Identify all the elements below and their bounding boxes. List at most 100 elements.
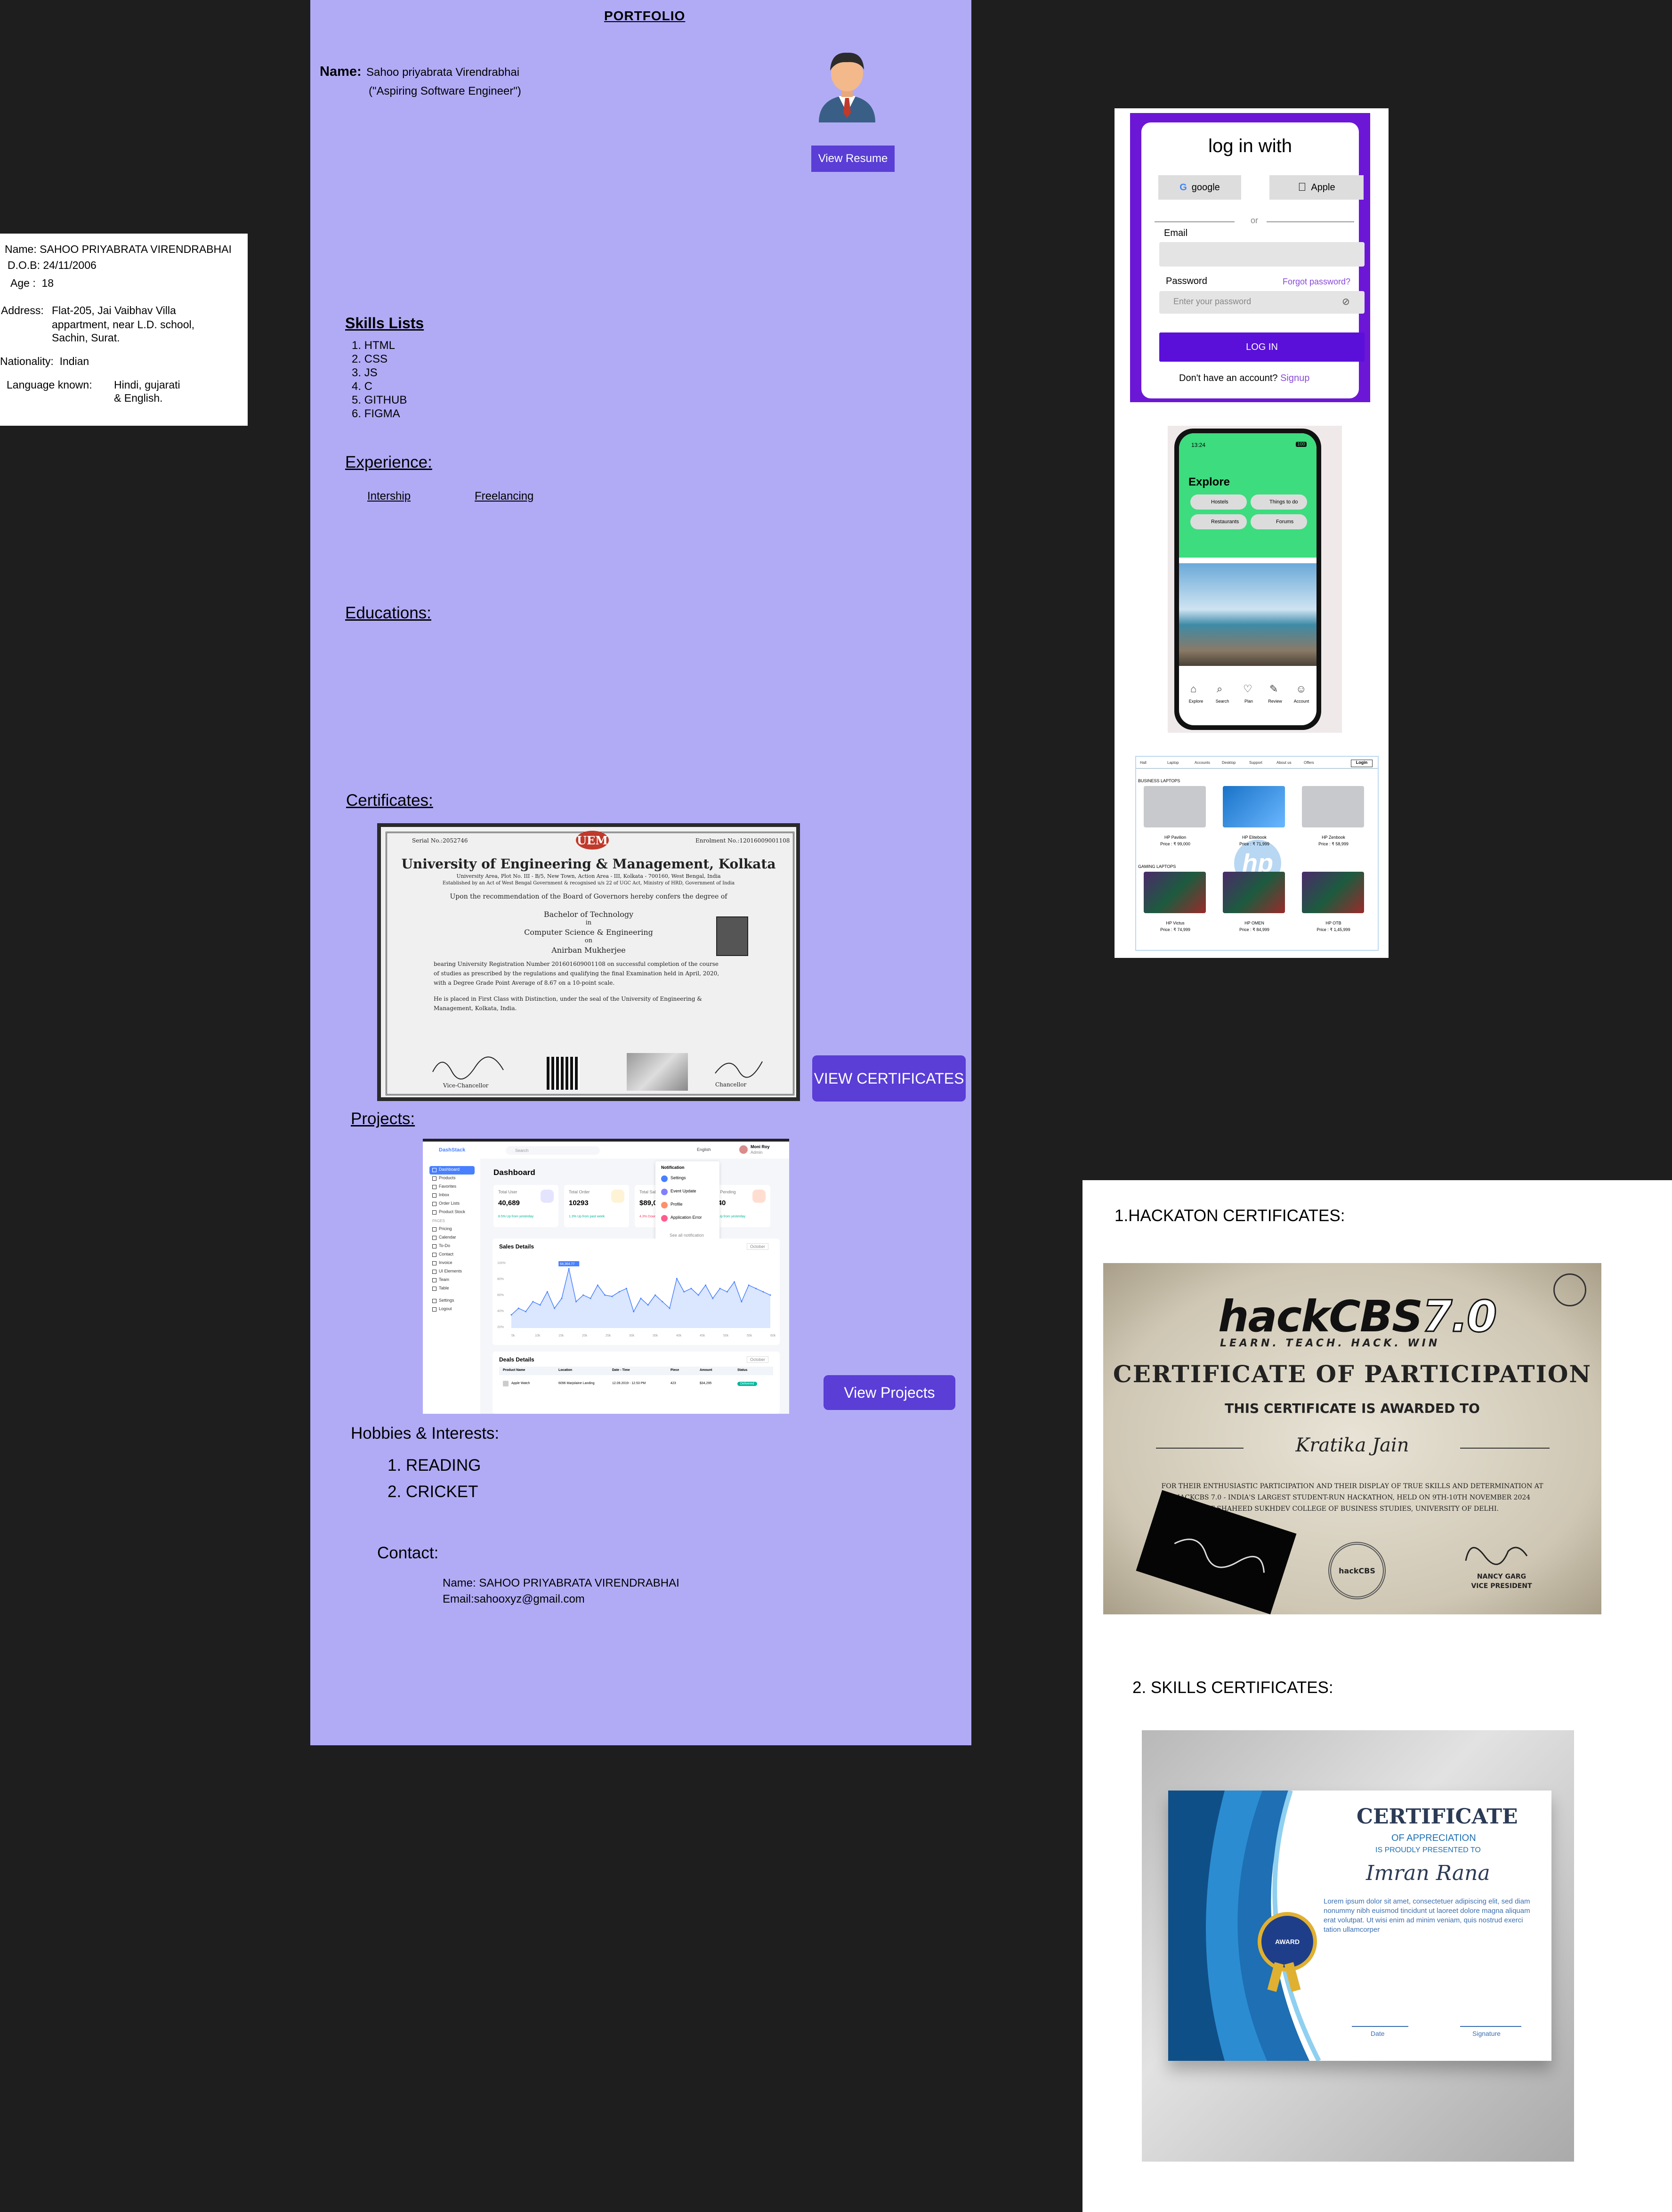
experience-freelancing-link[interactable]: Freelancing [475,490,533,503]
sidebar-item[interactable]: Products [439,1175,456,1180]
notification-item[interactable]: Settings [670,1175,686,1180]
laptop-image[interactable] [1302,872,1364,913]
sales-filter-select[interactable]: October [747,1243,769,1250]
avatar [814,42,880,122]
login-submit-button[interactable]: LOG IN [1159,332,1365,362]
y-tick-label: 20% [497,1326,504,1329]
forgot-password-link[interactable]: Forgot password? [1283,277,1350,287]
sidebar-item[interactable]: Favorites [439,1184,456,1189]
notification-item[interactable]: Profile [670,1202,683,1207]
signer-role: VICE PRESIDENT [1471,1582,1532,1590]
sidebar-item[interactable]: Pricing [439,1226,452,1231]
y-tick-label: 60% [497,1294,504,1297]
laptop-image[interactable] [1223,786,1285,827]
notification-dropdown: Notification See all notification Settin… [655,1161,719,1241]
laptop-login-button[interactable]: Login [1351,760,1373,767]
laptop-nav-item[interactable]: Accounts [1195,761,1210,765]
table-header-cell: Product Name [503,1369,525,1372]
tab-icon-account[interactable]: ☺ [1296,683,1306,695]
x-tick-label: 35k [653,1334,658,1337]
tab-label[interactable]: Account [1291,699,1312,704]
no-account-text: Don't have an account? [1179,373,1278,383]
sidebar-item[interactable]: Order Lists [439,1201,460,1206]
tab-icon-search[interactable]: ⌕ [1217,683,1222,695]
laptop-nav-item[interactable]: Laptop [1167,761,1179,765]
laptop-nav-item[interactable]: About us [1276,761,1292,765]
info-language-line2: & English. [114,392,163,404]
laptop-name[interactable]: HP Victus [1149,921,1201,925]
notification-item[interactable]: Event Update [670,1189,696,1193]
sidebar-item[interactable]: Team [439,1277,449,1282]
sidebar-item[interactable]: UI Elements [439,1269,462,1273]
experience-heading: Experience: [345,453,432,471]
sidebar-item[interactable]: Product Stock [439,1209,465,1214]
google-login-button[interactable]: Ggoogle [1158,175,1241,200]
sidebar-item[interactable]: Dashboard [439,1167,460,1172]
laptop-name[interactable]: HP OTB [1308,921,1359,925]
email-label: Email [1164,228,1188,238]
explore-title: Explore [1188,476,1230,488]
google-icon: G [1179,182,1187,193]
dashboard-language[interactable]: English [697,1147,711,1152]
notification-item[interactable]: Application Error [670,1215,702,1220]
sales-point [748,1284,750,1286]
sidebar-item-icon [432,1299,436,1303]
sidebar-item[interactable]: Table [439,1286,449,1290]
tab-label[interactable]: Explore [1186,699,1206,704]
email-input[interactable] [1159,242,1365,267]
dashboard-user-role: Admin [751,1150,763,1155]
info-name-row: Name: SAHOO PRIYABRATA VIRENDRABHAI [5,242,232,256]
laptop-image[interactable] [1223,872,1285,913]
x-tick-label: 25k [606,1334,611,1337]
chip-forums[interactable]: Forums [1251,514,1307,529]
login-project-screenshot: log in with Ggoogle Apple or Email Pass… [1130,113,1370,402]
qr-code-icon [547,1057,580,1090]
tab-label[interactable]: Search [1212,699,1233,704]
laptop-nav-item[interactable]: Support [1249,761,1262,765]
tab-icon-explore[interactable]: ⌂ [1190,683,1196,695]
chip-things-to-do[interactable]: Things to do [1251,494,1307,510]
travel-app-project-screenshot: 13:24 100 Explore Hostels Things to do R… [1168,426,1342,733]
tab-icon-plan[interactable]: ♡ [1243,683,1252,695]
laptop-name[interactable]: HP Zenbook [1308,835,1359,840]
tab-icon-review[interactable]: ✎ [1269,683,1278,695]
sidebar-item[interactable]: Settings [439,1298,454,1303]
laptop-nav-item[interactable]: Desktop [1222,761,1236,765]
signup-link[interactable]: Signup [1280,373,1309,383]
laptop-name[interactable]: HP OMEN [1228,921,1280,925]
apple-login-button[interactable]: Apple [1269,175,1364,200]
tab-label[interactable]: Review [1265,699,1285,704]
laptop-image[interactable] [1302,786,1364,827]
sales-point [647,1304,649,1306]
view-projects-button[interactable]: View Projects [824,1375,955,1410]
eye-hidden-icon[interactable]: ⊘ [1342,296,1350,308]
signer-name: NANCY GARG [1477,1573,1527,1580]
chip-hostels[interactable]: Hostels [1190,494,1247,510]
laptop-name[interactable]: HP Pavilion [1149,835,1201,840]
deals-filter-select[interactable]: October [747,1356,769,1363]
laptop-nav-item[interactable]: Offers [1304,761,1314,765]
sidebar-item[interactable]: Calendar [439,1235,456,1240]
view-certificates-button[interactable]: VIEW CERTIFICATES [812,1055,966,1102]
info-name-label: Name: [5,243,37,255]
laptop-nav-item[interactable]: Hall [1140,761,1147,765]
laptop-image[interactable] [1144,872,1206,913]
notification-footer[interactable]: See all notification [670,1233,704,1238]
view-resume-button[interactable]: View Resume [811,146,895,172]
laptop-name[interactable]: HP Elitebook [1228,835,1280,840]
password-input[interactable]: Enter your password ⊘ [1159,291,1365,314]
laptop-image[interactable] [1144,786,1206,827]
experience-internship-link[interactable]: Intership [367,490,411,503]
sidebar-item[interactable]: Logout [439,1306,452,1311]
sales-point [654,1294,656,1296]
tab-label[interactable]: Plan [1238,699,1259,704]
dashboard-search-input[interactable]: Search [506,1146,600,1155]
table-header-cell: Amount [700,1369,712,1372]
dashboard-user-avatar[interactable] [739,1145,748,1154]
sidebar-item[interactable]: Inbox [439,1192,449,1197]
sidebar-item[interactable]: Invoice [439,1260,452,1265]
sidebar-item[interactable]: Contact [439,1252,453,1256]
chip-restaurants[interactable]: Restaurants [1190,514,1247,529]
sidebar-item[interactable]: To-Do [439,1243,450,1248]
contact-email[interactable]: Email:sahooxyz@gmail.com [443,1593,585,1606]
